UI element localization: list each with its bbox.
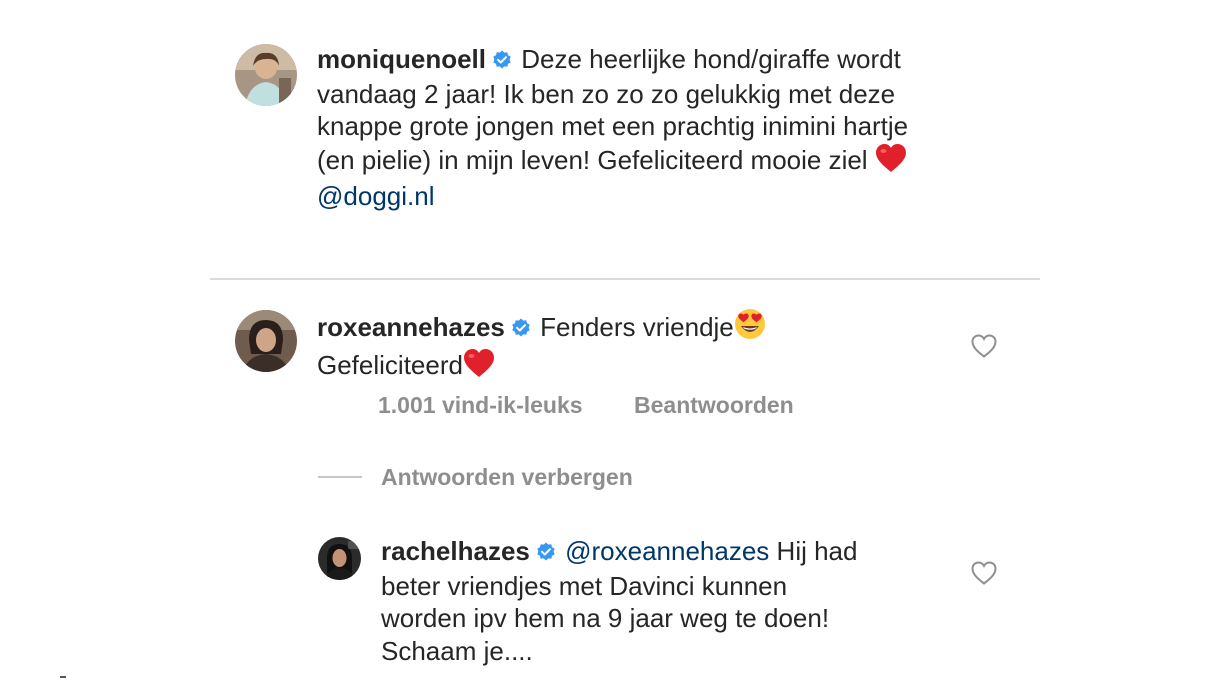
caption-line-2: vandaag 2 jaar! Ik ben zo zo zo gelukkig… xyxy=(317,78,896,109)
heart-eyes-emoji-icon xyxy=(734,308,766,348)
caption-text: moniquenoell Deze heerlijke hond/giraffe… xyxy=(317,43,1017,213)
avatar-rachelhazes[interactable] xyxy=(318,537,361,580)
verified-badge-icon xyxy=(492,45,512,78)
caption-divider xyxy=(210,278,1040,280)
reply-mention-link[interactable]: @roxeannehazes xyxy=(565,536,769,566)
hide-replies-button[interactable]: Antwoorden verbergen xyxy=(381,464,633,491)
reply-username[interactable]: rachelhazes xyxy=(381,536,530,566)
reply-text: rachelhazes @roxeannehazes Hij had beter… xyxy=(381,535,961,667)
caption-line-3: knappe grote jongen met een prachtig ini… xyxy=(317,111,909,141)
hide-replies-line xyxy=(318,476,362,478)
comment-likes-count[interactable]: 1.001 vind-ik-leuks xyxy=(378,392,583,419)
edge-marker xyxy=(60,676,66,678)
comment-text: roxeannehazes Fenders vriendje Gefelicit… xyxy=(317,308,937,385)
caption-line-4: (en pielie) in mijn leven! Gefeliciteerd… xyxy=(317,144,868,175)
comment-like-heart-icon[interactable] xyxy=(971,334,997,363)
avatar-roxeannehazes[interactable] xyxy=(235,310,297,372)
avatar-moniquenoell[interactable] xyxy=(235,44,297,106)
verified-badge-icon xyxy=(511,313,531,346)
reply-like-heart-icon[interactable] xyxy=(971,561,997,590)
red-heart-emoji-icon xyxy=(875,143,907,181)
reply-line-2: beter vriendjes met Davinci kunnen xyxy=(381,570,788,601)
reply-line-1: Hij had xyxy=(776,536,858,566)
verified-badge-icon xyxy=(536,537,556,570)
reply-line-4: Schaam je.... xyxy=(381,635,533,666)
reply-line-3: worden ipv hem na 9 jaar weg te doen! xyxy=(381,603,830,633)
red-heart-emoji-icon xyxy=(463,348,495,386)
caption-line-1: Deze heerlijke hond/giraffe wordt xyxy=(521,44,901,74)
caption-username[interactable]: moniquenoell xyxy=(317,44,486,74)
comment-username[interactable]: roxeannehazes xyxy=(317,312,505,342)
comment-line-1: Fenders vriendje xyxy=(540,312,734,342)
reply-button[interactable]: Beantwoorden xyxy=(634,392,794,419)
comment-line-2: Gefeliciteerd xyxy=(317,349,463,380)
caption-mention-link[interactable]: @doggi.nl xyxy=(317,181,434,211)
